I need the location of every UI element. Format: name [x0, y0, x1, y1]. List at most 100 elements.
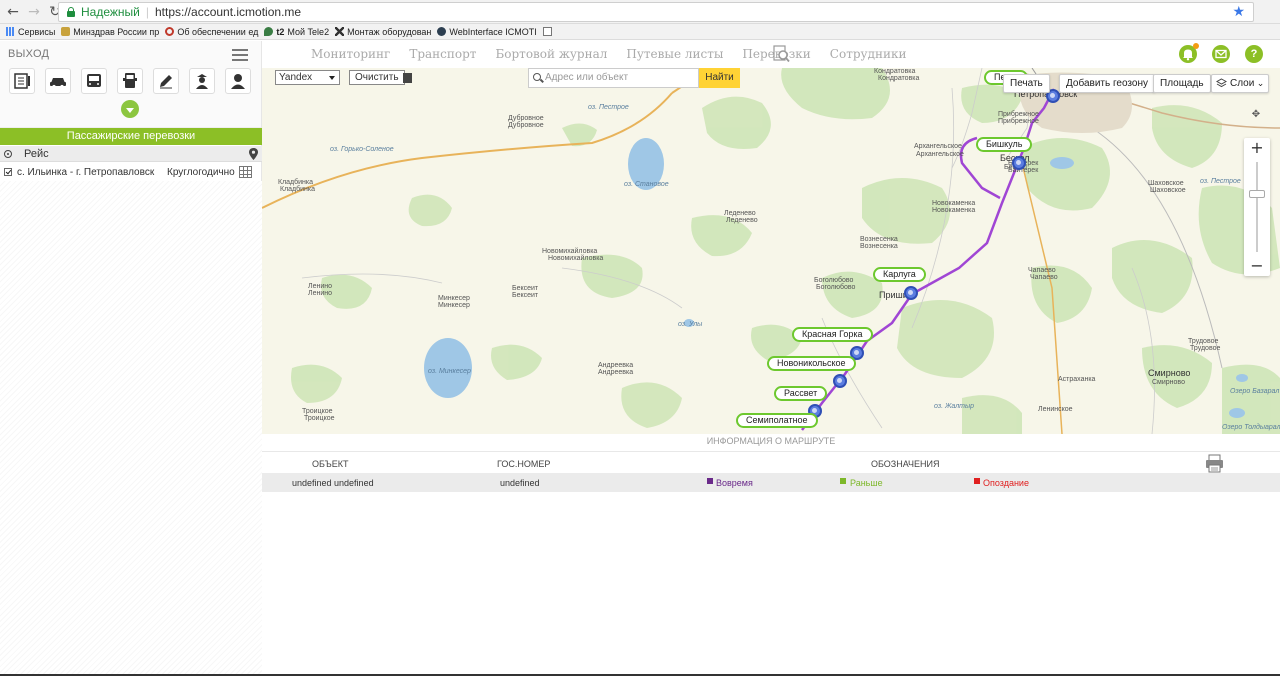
route-checkbox[interactable] [4, 168, 12, 176]
bell-icon[interactable] [1179, 43, 1199, 63]
sidebar: ВЫХОД Пассажирские перевозки Рейс с. Иль… [0, 41, 262, 676]
map-provider-select[interactable]: Yandex [275, 70, 340, 85]
driver-icon[interactable] [189, 68, 215, 94]
bookmark-tele2[interactable]: t2 Мой Tele2 [264, 27, 329, 37]
zoom-out-button[interactable]: − [1244, 256, 1270, 276]
page-icon [542, 27, 552, 36]
tele2-logo: t2 [276, 26, 285, 37]
printer-icon[interactable] [1205, 454, 1224, 473]
map-view[interactable]: Кондратовка Кондратовка Прибрежное Прибр… [262, 68, 1280, 434]
place-label: Кондратовка [878, 75, 920, 82]
exit-link[interactable]: ВЫХОД [8, 48, 49, 60]
pin-icon[interactable] [249, 148, 258, 160]
sidebar-background [0, 181, 262, 676]
mail-icon[interactable] [1212, 45, 1230, 63]
stop-label[interactable]: Новоникольское [767, 356, 856, 371]
layers-button[interactable]: Слои ⌄ [1211, 74, 1270, 93]
bookmark-services[interactable]: Сервисы [6, 27, 55, 37]
stop-label[interactable]: Рассвет [774, 386, 828, 401]
zoom-in-button[interactable]: + [1244, 138, 1270, 158]
zoom-control: + − [1244, 138, 1270, 276]
route-info-title: ИНФОРМАЦИЯ О МАРШРУТЕ [706, 436, 836, 446]
place-label: Минкесер [438, 302, 470, 309]
sidebar-icon-bar [9, 68, 261, 94]
nav-transport[interactable]: Транспорт [409, 47, 476, 61]
notification-badge [1193, 43, 1199, 49]
menu-icon[interactable] [232, 49, 248, 61]
bus-icon[interactable] [81, 68, 107, 94]
header-plate: ГОС.НОМЕР [497, 459, 551, 469]
lake-label: оз. Жалтыр [934, 403, 975, 410]
map-search-input[interactable]: Адрес или объект [528, 68, 699, 88]
stop-marker[interactable] [904, 286, 918, 300]
bookmark-label: Об обеспечении ед [177, 26, 259, 37]
bookmarks-bar: Сервисы Минздрав России пр Об обеспечени… [0, 24, 1280, 40]
bookmark-blank[interactable] [542, 27, 555, 36]
stop-label[interactable]: Семиполатное [736, 413, 818, 428]
stop-marker[interactable] [1012, 156, 1026, 170]
stop-label[interactable]: Карлуга [873, 267, 926, 282]
bookmark-minzdrav[interactable]: Минздрав России пр [61, 27, 159, 37]
place-label: Астраханка [1058, 376, 1096, 383]
add-geozone-button[interactable]: Добавить геозону [1059, 74, 1155, 93]
clear-button[interactable]: Очистить [349, 70, 405, 85]
stop-marker[interactable] [833, 374, 847, 388]
browser-toolbar: ← → ↻ Надежный | https://account.icmotio… [0, 0, 1280, 24]
lake-label: оз. Минкесер [428, 368, 471, 375]
help-icon[interactable]: ? [1245, 45, 1263, 63]
bookmark-obesp[interactable]: Об обеспечении ед [165, 27, 258, 37]
bookmark-montazh[interactable]: Монтаж оборудован [335, 27, 431, 37]
layers-label: Слои [1230, 78, 1255, 89]
emblem-icon [61, 27, 71, 36]
bookmark-webinterface[interactable]: WebInterface ICMOTI [437, 27, 537, 37]
bookmark-label: Мой Tele2 [287, 26, 330, 37]
place-label: Вознесенка [860, 243, 898, 250]
place-label: Леденево [726, 217, 758, 224]
radio-icon[interactable] [4, 150, 12, 158]
place-label: Чапаево [1030, 274, 1058, 281]
legend-early-label: Раньше [850, 478, 883, 488]
reis-label: Рейс [24, 148, 49, 160]
forward-icon[interactable]: → [26, 4, 42, 20]
place-label: Прибрежное [998, 118, 1039, 125]
legend-late-swatch [974, 478, 980, 484]
table-icon[interactable] [239, 166, 252, 178]
list-icon[interactable] [9, 68, 35, 94]
nav-waybills[interactable]: Путевые листы [626, 47, 723, 61]
table-row[interactable]: undefined undefined undefined Вовремя Ра… [262, 473, 1280, 492]
place-label: Боголюбово [816, 284, 856, 291]
edit-icon[interactable] [153, 68, 179, 94]
truck-icon[interactable] [117, 68, 143, 94]
url-text[interactable]: https://account.icmotion.me [155, 5, 301, 19]
user-icon[interactable] [225, 68, 251, 94]
report-search-icon[interactable] [773, 45, 790, 63]
place-label: Троицкое [304, 415, 335, 422]
secure-label: Надежный [81, 5, 140, 19]
route-row[interactable]: с. Ильинка - г. Петропавловск Круглогоди… [0, 164, 262, 180]
bookmark-label: Минздрав России пр [73, 26, 160, 37]
cell-object: undefined undefined [292, 478, 374, 488]
nav-monitoring[interactable]: Мониторинг [311, 47, 390, 61]
zoom-track[interactable] [1256, 162, 1258, 252]
fullscreen-icon[interactable]: ✥ [1249, 108, 1263, 122]
car-icon[interactable] [45, 68, 71, 94]
back-icon[interactable]: ← [5, 4, 21, 20]
print-button[interactable]: Печать [1003, 74, 1050, 93]
bookmark-star-icon[interactable]: ★ [1232, 4, 1245, 20]
top-navigation: Мониторинг Транспорт Бортовой журнал Пут… [262, 41, 1280, 68]
find-button[interactable]: Найти [699, 68, 740, 88]
nav-employees[interactable]: Сотрудники [830, 47, 907, 61]
lake-label: оз. Пестрое [1200, 178, 1241, 185]
place-label: Дубровное [508, 122, 544, 129]
area-button[interactable]: Площадь [1153, 74, 1211, 93]
stop-label[interactable]: Красная Горка [792, 327, 873, 342]
expand-toggle-icon[interactable] [121, 100, 139, 118]
stop-label[interactable]: Бишкуль [976, 137, 1033, 152]
place-label: Смирново [1148, 368, 1191, 378]
nav-logbook[interactable]: Бортовой журнал [495, 47, 607, 61]
address-bar[interactable]: Надежный | https://account.icmotion.me ★ [58, 2, 1254, 22]
lake-label: оз. Горько-Соленое [330, 146, 394, 153]
ruler-icon[interactable] [403, 73, 412, 83]
legend-early-swatch [840, 478, 846, 484]
zoom-slider-handle[interactable] [1249, 190, 1265, 198]
